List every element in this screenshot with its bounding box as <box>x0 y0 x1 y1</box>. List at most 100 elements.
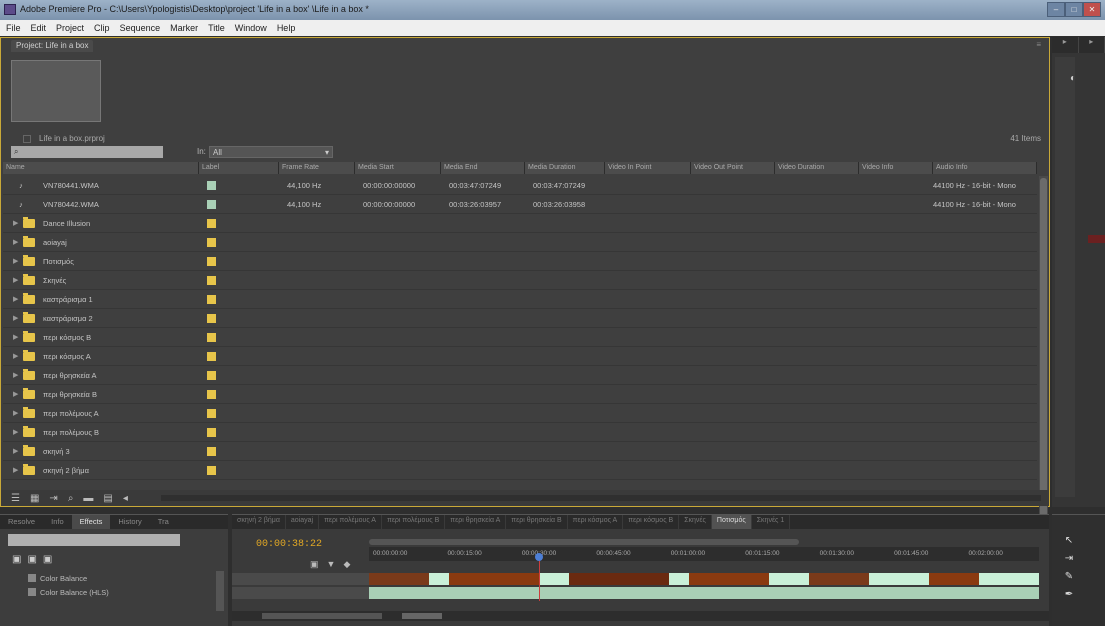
horizontal-scrollbar[interactable] <box>161 495 1041 501</box>
expand-triangle-icon[interactable]: ▶ <box>3 409 18 417</box>
expand-triangle-icon[interactable]: ▶ <box>3 447 18 455</box>
label-color-swatch[interactable] <box>207 408 216 418</box>
clip[interactable] <box>369 587 1039 599</box>
clear-icon[interactable]: ◂ <box>123 493 128 504</box>
col-frame-rate[interactable]: Frame Rate <box>279 162 355 174</box>
marker-icon[interactable]: ◐ <box>1070 73 1076 84</box>
track-select-tool-icon[interactable]: ⇥ <box>1060 553 1078 567</box>
expand-triangle-icon[interactable]: ▶ <box>3 276 18 284</box>
label-color-swatch[interactable] <box>207 351 216 361</box>
project-item-row[interactable]: ▶ σκηνή 2 βήμα <box>3 461 1037 480</box>
expand-triangle-icon[interactable]: ▶ <box>3 466 18 474</box>
keyframe-icon[interactable]: ◆ <box>343 559 350 570</box>
tab-tra[interactable]: Tra <box>150 515 177 529</box>
expand-triangle-icon[interactable]: ▶ <box>3 219 18 227</box>
expand-triangle-icon[interactable]: ▶ <box>3 371 18 379</box>
icon-view-icon[interactable]: ▦ <box>30 493 39 504</box>
find-icon[interactable]: ⌕ <box>68 493 74 504</box>
menu-marker[interactable]: Marker <box>170 23 198 33</box>
menu-clip[interactable]: Clip <box>94 23 110 33</box>
menu-window[interactable]: Window <box>235 23 267 33</box>
label-color-swatch[interactable] <box>207 389 216 399</box>
tab-history[interactable]: History <box>110 515 149 529</box>
col-label[interactable]: Label <box>199 162 279 174</box>
32bit-effects-icon[interactable]: ▣ <box>27 554 36 565</box>
effect-item[interactable]: Color Balance (HLS) <box>40 588 109 597</box>
clip[interactable] <box>569 573 669 585</box>
clip[interactable] <box>869 573 929 585</box>
effects-scrollbar[interactable] <box>216 571 224 611</box>
label-color-swatch[interactable] <box>207 313 216 323</box>
new-item-icon[interactable]: ▤ <box>103 493 112 504</box>
right-tab-2[interactable]: ▸ <box>1079 37 1105 53</box>
sequence-tab[interactable]: περι θρησκεία Β <box>506 515 568 529</box>
maximize-button[interactable]: □ <box>1065 2 1083 17</box>
label-color-swatch[interactable] <box>207 427 216 437</box>
project-item-row[interactable]: ▶ Ποτισμός <box>3 252 1037 271</box>
project-panel-tab[interactable]: Project: Life in a box <box>11 40 94 52</box>
close-button[interactable]: ✕ <box>1083 2 1101 17</box>
col-name[interactable]: Name <box>3 162 199 174</box>
menu-file[interactable]: File <box>6 23 21 33</box>
playhead-icon[interactable] <box>535 553 543 561</box>
automate-icon[interactable]: ⇥ <box>49 493 57 504</box>
label-color-swatch[interactable] <box>207 237 216 247</box>
clip[interactable] <box>979 573 1039 585</box>
project-item-row[interactable]: ▶ περι πολέμους Β <box>3 423 1037 442</box>
panel-menu-icon[interactable]: ≡ <box>1036 40 1041 49</box>
menu-project[interactable]: Project <box>56 23 84 33</box>
sequence-tab[interactable]: περι πολέμους Β <box>382 515 446 529</box>
label-color-swatch[interactable] <box>207 446 216 456</box>
menu-help[interactable]: Help <box>277 23 296 33</box>
project-item-row[interactable]: ♪ VN780441.WMA 44,100 Hz 00:00:00:00000 00:0… <box>3 176 1037 195</box>
right-tab-1[interactable]: ▸ <box>1052 37 1079 53</box>
effects-search-input[interactable] <box>8 534 180 546</box>
clip[interactable] <box>539 573 569 585</box>
pen-tool-icon[interactable]: ✒ <box>1060 589 1078 603</box>
zoom-slider[interactable] <box>262 613 382 619</box>
project-item-row[interactable]: ▶ καστράρισμα 1 <box>3 290 1037 309</box>
col-video-in[interactable]: Video In Point <box>605 162 691 174</box>
expand-triangle-icon[interactable]: ▶ <box>3 390 18 398</box>
label-color-swatch[interactable] <box>207 332 216 342</box>
col-video-info[interactable]: Video Info <box>859 162 933 174</box>
clip[interactable] <box>689 573 769 585</box>
video-track[interactable] <box>369 573 1039 585</box>
clip[interactable] <box>669 573 689 585</box>
sequence-tab[interactable]: περι κόσμος Β <box>623 515 680 529</box>
sequence-tab[interactable]: Σκηνές 1 <box>752 515 791 529</box>
project-item-row[interactable]: ▶ περι θρησκεία Β <box>3 385 1037 404</box>
video-track-header[interactable] <box>232 587 369 599</box>
menu-sequence[interactable]: Sequence <box>120 23 161 33</box>
project-item-row[interactable]: ▶ περι πολέμους Α <box>3 404 1037 423</box>
scroll-thumb[interactable] <box>402 613 442 619</box>
clip[interactable] <box>929 573 979 585</box>
work-area-bar[interactable] <box>369 539 799 545</box>
video-track-header[interactable] <box>232 573 369 585</box>
vertical-scrollbar[interactable] <box>1039 176 1048 528</box>
label-color-swatch[interactable] <box>207 218 216 228</box>
tab-effects[interactable]: Effects <box>71 515 111 529</box>
label-color-swatch[interactable] <box>207 199 216 209</box>
timeline-timecode[interactable]: 00:00:38:22 <box>256 539 322 550</box>
sequence-tab[interactable]: περι κόσμος Α <box>568 515 624 529</box>
time-ruler[interactable]: 00:00:00:00 00:00:15:00 00:00:30:00 00:00:4… <box>369 547 1039 561</box>
minimize-button[interactable]: – <box>1047 2 1065 17</box>
project-item-row[interactable]: ▶ Dance Illusion <box>3 214 1037 233</box>
label-color-swatch[interactable] <box>207 370 216 380</box>
yuv-effects-icon[interactable]: ▣ <box>43 554 52 565</box>
in-select[interactable]: All ▾ <box>209 146 333 158</box>
sequence-tab[interactable]: σκηνή 2 βήμα <box>232 515 286 529</box>
clip[interactable] <box>769 573 809 585</box>
video-track-2[interactable] <box>369 587 1039 599</box>
sequence-tab[interactable]: aoiayaj <box>286 515 320 529</box>
project-item-row[interactable]: ▶ περι θρησκεία Α <box>3 366 1037 385</box>
project-item-row[interactable]: ▶ σκηνή 3 <box>3 442 1037 461</box>
col-media-duration[interactable]: Media Duration <box>525 162 605 174</box>
razor-tool-icon[interactable]: ✎ <box>1060 571 1078 585</box>
label-color-swatch[interactable] <box>207 294 216 304</box>
effect-item[interactable]: Color Balance <box>40 574 87 583</box>
scroll-thumb[interactable] <box>1040 178 1047 518</box>
sequence-tab[interactable]: Ποτισμός <box>711 515 752 529</box>
expand-triangle-icon[interactable]: ▶ <box>3 257 18 265</box>
